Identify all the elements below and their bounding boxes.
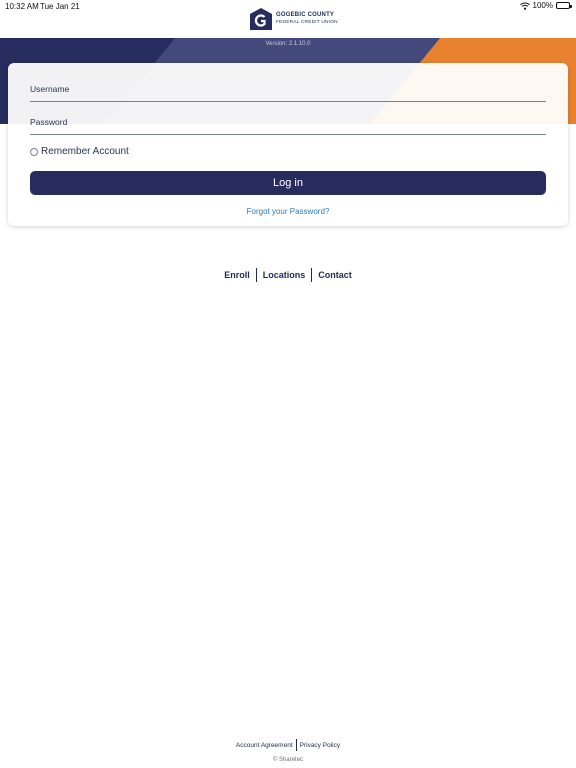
remember-account-label: Remember Account <box>41 146 129 157</box>
username-label: Username <box>30 84 70 94</box>
divider <box>311 268 313 282</box>
logo-subname: FEDERAL CREDIT UNION <box>276 20 338 25</box>
battery-icon <box>556 2 572 9</box>
copyright: © Sharetec <box>272 757 304 763</box>
locations-link[interactable]: Locations <box>263 270 306 280</box>
privacy-policy-link[interactable]: Privacy Policy <box>300 742 340 749</box>
status-indicators: 100% <box>519 1 572 10</box>
login-card: Username Password Remember Account Log i… <box>8 63 568 226</box>
footer-links: Account Agreement Privacy Policy <box>0 739 576 751</box>
remember-account-toggle[interactable]: Remember Account <box>30 146 129 157</box>
wifi-icon <box>519 2 530 10</box>
quick-links: Enroll Locations Contact <box>0 268 576 282</box>
status-time: 10:32 AM <box>5 2 39 11</box>
divider <box>255 268 257 282</box>
status-date: Tue Jan 21 <box>40 2 80 11</box>
logo-name: GOGEBIC COUNTY <box>276 12 335 18</box>
contact-link[interactable]: Contact <box>318 270 352 280</box>
account-agreement-link[interactable]: Account Agreement <box>236 742 293 749</box>
battery-percent: 100% <box>532 1 553 10</box>
enroll-link[interactable]: Enroll <box>224 270 250 280</box>
logo-mark-icon <box>249 7 273 31</box>
radio-icon <box>30 147 38 156</box>
login-button[interactable]: Log in <box>30 171 546 195</box>
forgot-password-link[interactable]: Forgot your Password? <box>247 207 330 216</box>
password-label: Password <box>30 117 68 127</box>
divider <box>295 739 297 751</box>
app-version: Version: 2.1.10.0 <box>265 41 311 47</box>
credit-union-logo: GOGEBIC COUNTY FEDERAL CREDIT UNION <box>249 7 338 31</box>
username-field[interactable]: Username <box>30 81 546 102</box>
password-field[interactable]: Password <box>30 114 546 135</box>
